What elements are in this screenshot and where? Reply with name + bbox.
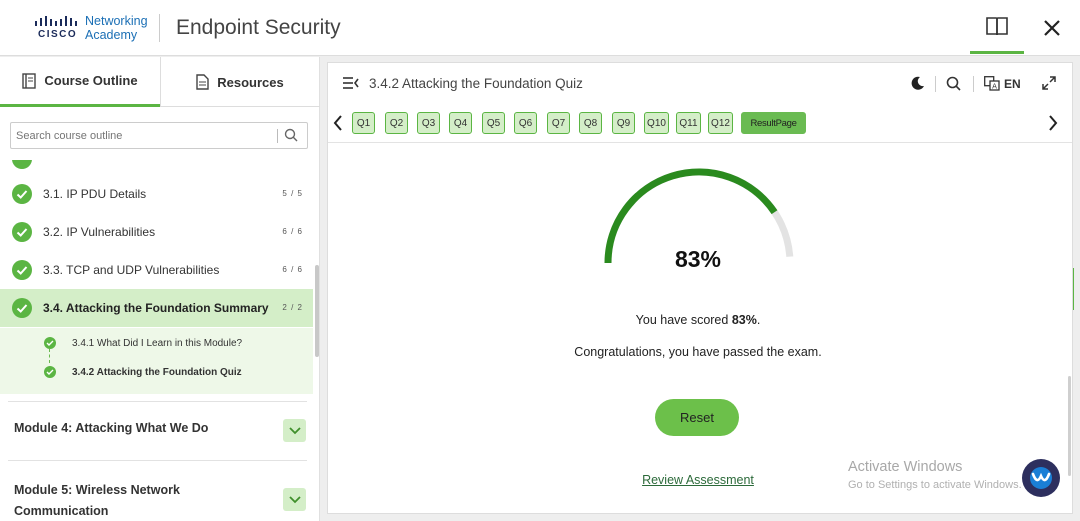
quiz-result-panel: 3.4.2 Attacking the Foundation Quiz A EN… (327, 62, 1073, 514)
question-chip[interactable]: Q3 (417, 112, 440, 134)
question-chip[interactable]: Q4 (449, 112, 472, 134)
expand-button[interactable] (283, 488, 306, 511)
collapse-menu-icon[interactable] (343, 76, 359, 90)
score-value: 83% (731, 313, 757, 327)
page-title: 3.4.2 Attacking the Foundation Quiz (369, 76, 583, 91)
book-icon (986, 16, 1008, 35)
section-label: 3.4. Attacking the Foundation Summary (43, 301, 269, 315)
search-icon[interactable] (946, 76, 961, 91)
dark-mode-icon[interactable] (911, 76, 925, 90)
outline-list: 3.1. IP PDU Details 5 / 5 3.2. IP Vulner… (0, 160, 320, 521)
chevron-right-icon[interactable] (1046, 113, 1060, 133)
resources-icon (196, 74, 209, 90)
language-label: EN (1004, 76, 1021, 91)
check-dot-icon (44, 366, 56, 378)
subitem-list: 3.4.1 What Did I Learn in this Module? 3… (0, 328, 313, 394)
section-progress: 6 / 6 (282, 227, 303, 236)
header-divider (935, 76, 936, 92)
chevron-down-icon (288, 426, 301, 434)
module-label: Module 5: Wireless Network Communication (14, 483, 180, 518)
result-page-chip[interactable]: ResultPage (741, 112, 806, 134)
module-divider (8, 460, 307, 461)
question-chip[interactable]: Q5 (482, 112, 505, 134)
header-divider (973, 76, 974, 92)
subitem-current[interactable]: 3.4.2 Attacking the Foundation Quiz (0, 359, 313, 385)
svg-text:A: A (992, 83, 997, 91)
course-book-button[interactable] (970, 0, 1024, 54)
check-circle-icon (12, 184, 32, 204)
tab-resources-label: Resources (217, 74, 284, 90)
search-divider (277, 129, 278, 143)
check-circle-icon (12, 160, 32, 169)
sidebar-tabs: Course Outline Resources (0, 57, 320, 107)
outline-section[interactable]: 3.3. TCP and UDP Vulnerabilities 6 / 6 (0, 251, 313, 289)
header-divider (159, 14, 160, 42)
section-label: 3.3. TCP and UDP Vulnerabilities (43, 263, 220, 277)
course-sidebar: Course Outline Resources 3.1. IP PDU Det… (0, 57, 320, 521)
question-chip[interactable]: Q2 (385, 112, 408, 134)
expand-button[interactable] (283, 419, 306, 442)
tab-course-outline-label: Course Outline (44, 73, 138, 88)
outline-section-active[interactable]: 3.4. Attacking the Foundation Summary 2 … (0, 289, 313, 327)
course-outline-icon (22, 72, 37, 89)
language-selector[interactable]: A EN (984, 76, 1021, 91)
subitem[interactable]: 3.4.1 What Did I Learn in this Module? (0, 330, 313, 356)
chevron-left-icon[interactable] (331, 113, 345, 133)
subitem-label: 3.4.1 What Did I Learn in this Module? (72, 338, 243, 349)
translate-icon: A (984, 76, 1000, 91)
sidebar-scrollbar[interactable] (315, 265, 319, 357)
pass-message: Congratulations, you have passed the exa… (574, 345, 822, 359)
search-icon[interactable] (284, 128, 298, 142)
cisco-wordmark: CISCO (38, 29, 78, 40)
close-button[interactable] (1030, 0, 1074, 56)
question-chip[interactable]: Q6 (514, 112, 537, 134)
activate-windows-title: Activate Windows (848, 459, 963, 475)
tab-resources[interactable]: Resources (160, 57, 320, 107)
course-title: Endpoint Security (176, 16, 341, 39)
content-header: 3.4.2 Attacking the Foundation Quiz A EN (328, 63, 1072, 105)
question-chip[interactable]: Q8 (579, 112, 602, 134)
outline-search (10, 122, 308, 149)
module-item[interactable]: Module 4: Attacking What We Do (0, 413, 313, 463)
score-message: You have scored 83%. (635, 313, 761, 327)
subitem-label: 3.4.2 Attacking the Foundation Quiz (72, 367, 242, 378)
question-navigator: Q1 Q2 Q3 Q4 Q5 Q6 Q7 Q8 Q9 Q10 Q11 Q12 ResultPage (328, 105, 1072, 143)
tab-course-outline[interactable]: Course Outline (0, 57, 160, 107)
question-chip[interactable]: Q10 (644, 112, 669, 134)
section-progress: 2 / 2 (282, 303, 303, 312)
check-circle-icon (12, 298, 32, 318)
section-progress: 6 / 6 (282, 265, 303, 274)
cisco-networking-academy-logo[interactable]: CISCO Networking Academy (34, 12, 152, 46)
module-label: Module 4: Attacking What We Do (14, 421, 209, 435)
networking-academy-label: Networking Academy (85, 14, 148, 42)
search-input[interactable] (16, 127, 271, 145)
section-progress: 5 / 5 (282, 189, 303, 198)
chevron-down-icon (288, 495, 301, 503)
question-chip[interactable]: Q9 (612, 112, 635, 134)
module-item[interactable]: Module 5: Wireless Network Communication (0, 475, 313, 521)
webex-icon (1030, 467, 1052, 489)
section-label: 3.2. IP Vulnerabilities (43, 225, 156, 239)
question-chip[interactable]: Q12 (708, 112, 733, 134)
score-percentage: 83% (674, 246, 722, 272)
module-divider (8, 401, 307, 402)
review-assessment-link[interactable]: Review Assessment (598, 473, 798, 487)
close-icon (1044, 20, 1060, 36)
floating-app-icon[interactable] (1022, 459, 1060, 497)
cisco-bars-icon (35, 16, 77, 26)
question-chip[interactable]: Q7 (547, 112, 570, 134)
outline-section[interactable]: 3.2. IP Vulnerabilities 6 / 6 (0, 213, 313, 251)
section-label: 3.1. IP PDU Details (43, 187, 147, 201)
content-scrollbar[interactable] (1068, 376, 1071, 476)
activate-windows-hint: Go to Settings to activate Windows. (848, 479, 1022, 491)
check-circle-icon (12, 222, 32, 242)
reset-button[interactable]: Reset (655, 399, 739, 436)
question-chip[interactable]: Q1 (352, 112, 375, 134)
fullscreen-icon[interactable] (1042, 76, 1056, 90)
check-dot-icon (44, 337, 56, 349)
outline-section[interactable]: 3.1. IP PDU Details 5 / 5 (0, 175, 313, 213)
question-chip[interactable]: Q11 (676, 112, 701, 134)
top-header: CISCO Networking Academy Endpoint Securi… (0, 0, 1080, 56)
check-circle-icon (12, 260, 32, 280)
